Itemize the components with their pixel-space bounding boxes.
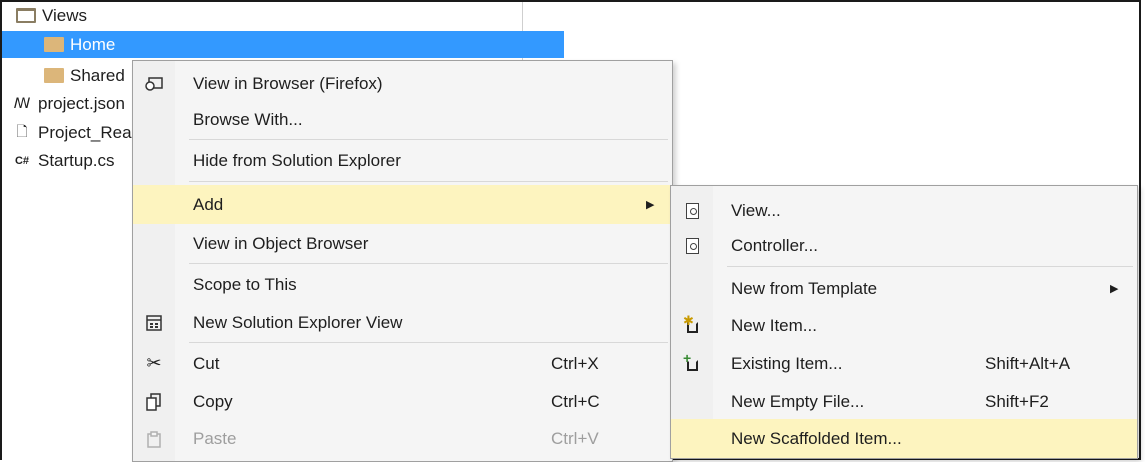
tree-item-label: Startup.cs [38,150,115,170]
tree-item-views[interactable]: Views [2,2,536,29]
menu-item-add[interactable]: Add ▶ [133,185,672,224]
menu-separator [727,266,1133,267]
menu-item-shortcut: Ctrl+V [551,428,599,448]
menu-item-label: Paste [193,428,237,448]
menu-item-label: Existing Item... [731,353,843,373]
menu-item-hide-from-solution-explorer[interactable]: Hide from Solution Explorer [133,141,672,180]
menu-item-label: Hide from Solution Explorer [193,150,401,170]
controller-file-icon [681,235,703,257]
menu-item-copy[interactable]: Copy Ctrl+C [133,382,672,421]
csharp-file-icon: C# [14,154,30,167]
tree-item-label: project.json [38,93,125,113]
open-folder-icon [16,8,36,23]
tree-item-home[interactable]: Home [2,31,564,58]
menu-item-label: Scope to This [193,274,297,294]
menu-item-label: New from Template [731,278,878,298]
submenu-arrow-icon: ▶ [646,199,655,211]
menu-item-new-item[interactable]: ✱ New Item... [671,306,1137,345]
menu-item-new-scaffolded-item[interactable]: New Scaffolded Item... [671,419,1137,458]
menu-item-label: Browse With... [193,109,303,129]
copy-icon [143,391,165,413]
tree-item-label: Shared [70,65,125,85]
tree-item-label: Home [70,34,116,54]
html-file-icon: 🗋 [16,122,28,139]
json-file-icon: ꟿ [13,95,31,111]
menu-item-cut[interactable]: ✂ Cut Ctrl+X [133,344,672,383]
menu-item-view-in-object-browser[interactable]: View in Object Browser [133,224,672,263]
browser-icon [143,73,165,95]
menu-item-shortcut: Ctrl+C [551,391,600,411]
menu-item-existing-item[interactable]: + Existing Item... Shift+Alt+A [671,344,1137,383]
menu-separator [189,181,668,182]
menu-item-browse-with[interactable]: Browse With... [133,100,672,139]
paste-icon [143,428,165,450]
menu-item-view[interactable]: View... [671,191,1137,230]
menu-item-label: Cut [193,353,220,373]
menu-item-new-solution-explorer-view[interactable]: New Solution Explorer View [133,303,672,342]
menu-item-view-in-browser[interactable]: View in Browser (Firefox) [133,64,672,103]
menu-item-new-empty-file[interactable]: New Empty File... Shift+F2 [671,382,1137,421]
menu-item-shortcut: Shift+Alt+A [985,353,1071,373]
menu-item-scope-to-this[interactable]: Scope to This [133,265,672,304]
menu-item-paste[interactable]: Paste Ctrl+V [133,419,672,458]
submenu-arrow-icon: ▶ [1110,283,1119,295]
context-menu: View in Browser (Firefox) Browse With...… [132,60,673,462]
folder-icon [44,68,64,83]
menu-item-label: New Empty File... [731,391,865,411]
menu-item-shortcut: Ctrl+X [551,353,599,373]
menu-item-label: New Solution Explorer View [193,312,403,332]
menu-separator [189,342,668,343]
existing-item-icon: + [681,350,703,375]
menu-item-label: Copy [193,391,233,411]
solution-explorer-view-icon [143,312,165,334]
add-submenu: View... Controller... New from Template … [670,185,1138,459]
menu-item-label: View... [731,200,781,220]
menu-separator [189,139,668,140]
menu-item-label: Add [193,194,224,214]
folder-icon [44,37,64,52]
new-item-icon: ✱ [681,313,703,337]
menu-item-shortcut: Shift+F2 [985,391,1049,411]
tree-item-label: Views [42,5,88,25]
menu-item-label: New Item... [731,315,817,335]
view-file-icon [681,200,703,222]
menu-separator [189,263,668,264]
menu-item-controller[interactable]: Controller... [671,226,1137,265]
menu-item-label: Controller... [731,235,818,255]
menu-item-label: View in Browser (Firefox) [193,73,383,93]
menu-item-label: View in Object Browser [193,233,369,253]
menu-item-new-from-template[interactable]: New from Template ▶ [671,269,1137,308]
scissors-icon: ✂ [146,353,162,373]
menu-item-label: New Scaffolded Item... [731,428,902,448]
